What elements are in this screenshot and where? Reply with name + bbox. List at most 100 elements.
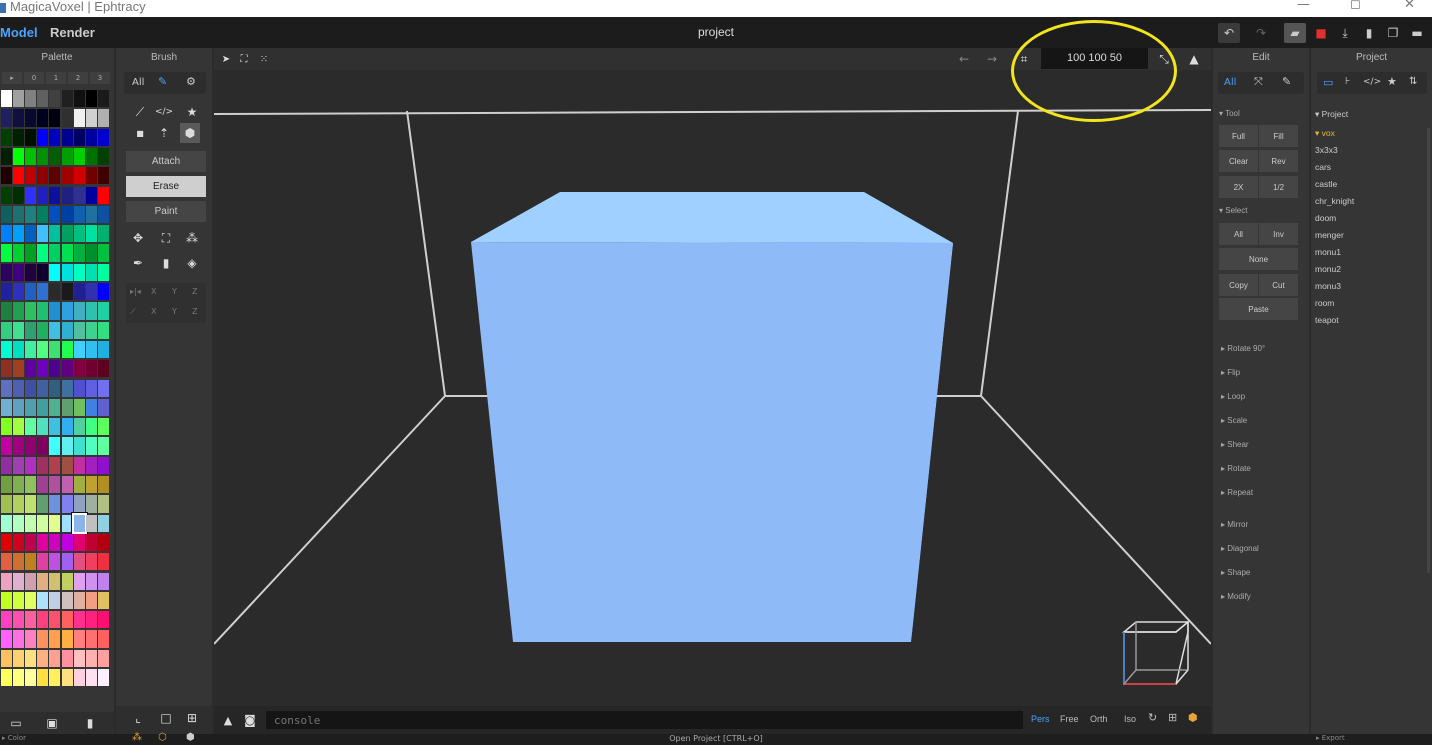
tree-icon[interactable]: ⊦ [1345, 76, 1350, 87]
mirror-icon[interactable]: ▸|◂ [130, 287, 141, 296]
palette-swatch[interactable] [49, 321, 61, 339]
palette-swatch[interactable] [37, 418, 49, 436]
edit-section-header[interactable]: ▸ Modify [1221, 592, 1251, 601]
palette-swatch[interactable] [37, 437, 49, 455]
paint-mode-button[interactable]: Paint [126, 201, 206, 222]
close-button[interactable]: ✕ [1404, 0, 1415, 12]
palette-swatch[interactable] [25, 553, 37, 571]
palette-swatch[interactable] [73, 128, 85, 146]
palette-swatch[interactable] [73, 186, 85, 204]
arrow-left-icon[interactable]: ← [954, 49, 974, 69]
full-button[interactable]: Full [1219, 125, 1258, 147]
new-palette-icon[interactable]: ▮ [80, 713, 100, 733]
box-brush-icon[interactable]: ⬢ [180, 123, 200, 143]
orientation-gizmo[interactable] [1121, 620, 1191, 685]
edit-section-header[interactable]: ▸ Diagonal [1221, 544, 1259, 553]
palette-swatch[interactable] [13, 398, 25, 417]
wrench-icon[interactable]: ✎ [1282, 75, 1291, 88]
palette-swatch[interactable] [37, 591, 49, 610]
project-file-item[interactable]: monu1 [1315, 247, 1341, 257]
attach-mode-button[interactable]: Attach [126, 151, 206, 172]
palette-swatch[interactable] [13, 630, 25, 648]
palette-swatch[interactable] [25, 476, 37, 494]
select-all-button[interactable]: All [1219, 223, 1258, 245]
palette-swatch[interactable] [1, 611, 12, 629]
palette-swatch[interactable] [49, 147, 61, 166]
palette-swatch[interactable] [73, 90, 85, 108]
redo-icon[interactable]: ↷ [1250, 23, 1272, 43]
palette-swatch[interactable] [73, 167, 85, 185]
palette-swatch[interactable] [1, 167, 12, 185]
fill-tool-icon[interactable]: ◈ [182, 253, 202, 273]
palette-swatch[interactable] [85, 321, 97, 339]
palette-swatch[interactable] [97, 437, 109, 455]
palette-swatch[interactable] [49, 437, 61, 455]
palette-swatch[interactable] [25, 302, 37, 320]
palette-swatch[interactable] [85, 340, 97, 359]
view-mode-free[interactable]: Free [1060, 714, 1079, 724]
rev-button[interactable]: Rev [1259, 150, 1298, 172]
maximize-button[interactable]: ◻ [1350, 0, 1361, 12]
palette-swatch[interactable] [85, 283, 97, 301]
palette-swatch[interactable] [13, 109, 25, 127]
palette-swatch[interactable] [97, 553, 109, 571]
edit-section-header[interactable]: ▸ Scale [1221, 416, 1247, 425]
palette-swatch[interactable] [1, 591, 12, 610]
palette-swatch[interactable] [97, 572, 109, 590]
palette-swatch[interactable] [97, 630, 109, 648]
palette-swatch[interactable] [73, 572, 85, 590]
palette-swatch[interactable] [85, 572, 97, 590]
axis-y[interactable]: Y [172, 307, 177, 316]
palette-swatch[interactable] [25, 630, 37, 648]
palette-swatch[interactable] [25, 205, 37, 224]
palette-swatch[interactable] [1, 456, 12, 474]
project-file-item[interactable]: room [1315, 298, 1334, 308]
cursor-icon[interactable]: ➤ [216, 49, 236, 69]
sort-icon[interactable]: ⇅ [1409, 76, 1417, 87]
axis-line-icon[interactable]: ⟋ [130, 307, 136, 317]
palette-swatch[interactable] [97, 109, 109, 127]
palette-swatch[interactable] [1, 360, 12, 378]
palette-swatch[interactable] [1, 553, 12, 571]
palette-swatch-selected[interactable] [71, 512, 87, 534]
palette-swatch[interactable] [85, 649, 97, 667]
palette-swatch[interactable] [37, 669, 49, 687]
palette-swatch[interactable] [25, 572, 37, 590]
project-file-item[interactable]: castle [1315, 179, 1337, 189]
palette-swatch[interactable] [85, 244, 97, 262]
palette-swatch[interactable] [85, 476, 97, 494]
palette-swatch[interactable] [73, 456, 85, 474]
palette-swatch[interactable] [97, 321, 109, 339]
palette-swatch[interactable] [25, 225, 37, 243]
magic-wand-icon[interactable]: ⁂ [182, 228, 202, 248]
palette-swatch[interactable] [73, 205, 85, 224]
palette-swatch[interactable] [1, 128, 12, 146]
export-section-label[interactable]: ▸ Export [1316, 734, 1345, 742]
palette-swatch[interactable] [97, 244, 109, 262]
palette-swatch[interactable] [1, 302, 12, 320]
palette-tab[interactable]: 3 [90, 72, 110, 84]
palette-swatch[interactable] [13, 669, 25, 687]
palette-swatch[interactable] [85, 553, 97, 571]
palette-swatch[interactable] [61, 669, 73, 687]
palette-swatch[interactable] [1, 437, 12, 455]
palette-swatch[interactable] [97, 128, 109, 146]
palette-swatch[interactable] [61, 630, 73, 648]
select-section-header[interactable]: ▾ Select [1219, 206, 1247, 215]
palette-swatch[interactable] [37, 340, 49, 359]
palette-swatch[interactable] [85, 533, 97, 552]
palette-swatch[interactable] [37, 186, 49, 204]
palette-swatch[interactable] [25, 379, 37, 397]
palette-swatch[interactable] [25, 109, 37, 127]
palette-swatch[interactable] [85, 302, 97, 320]
palette-swatch[interactable] [25, 360, 37, 378]
palette-swatch[interactable] [73, 302, 85, 320]
palette-swatch[interactable] [25, 514, 37, 532]
palette-swatch[interactable] [1, 321, 12, 339]
palette-swatch[interactable] [73, 244, 85, 262]
palette-swatch[interactable] [49, 128, 61, 146]
palette-swatch[interactable] [13, 128, 25, 146]
palette-swatch[interactable] [13, 90, 25, 108]
palette-swatch[interactable] [73, 437, 85, 455]
palette-swatch[interactable] [85, 611, 97, 629]
